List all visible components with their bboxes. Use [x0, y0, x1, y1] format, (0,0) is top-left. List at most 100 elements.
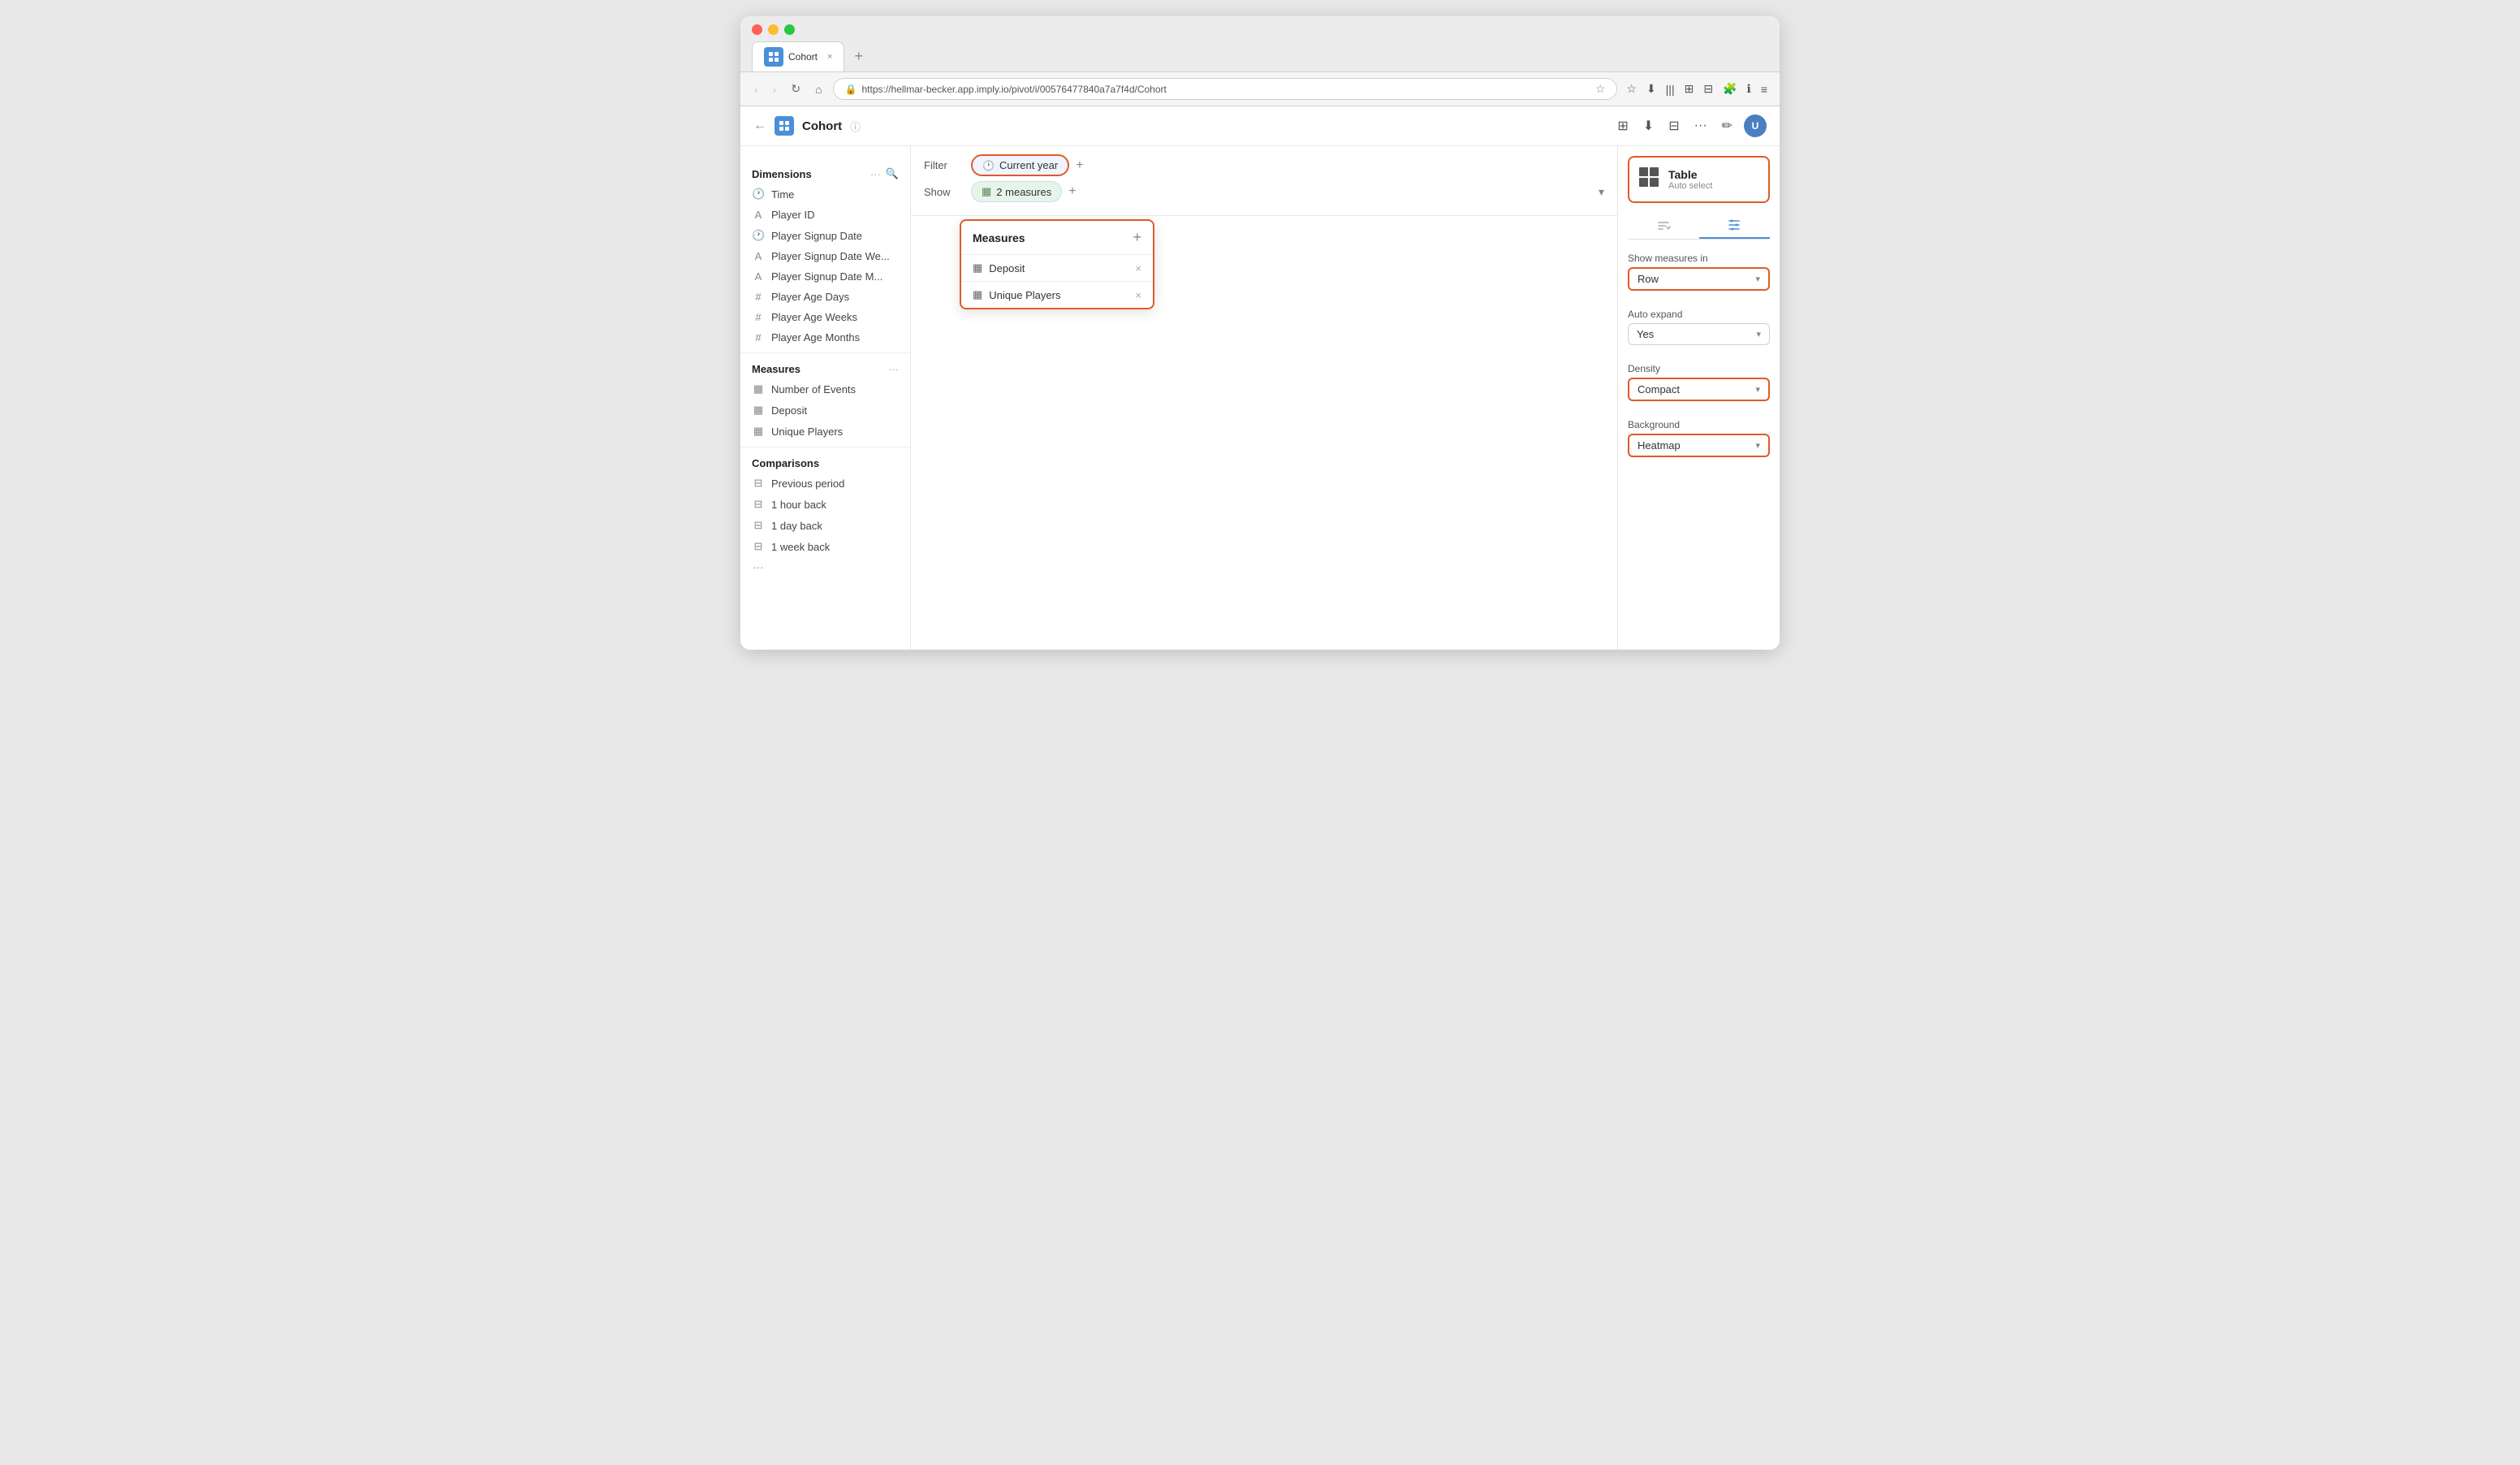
sidebar-item-player-age-weeks[interactable]: # Player Age Weeks — [740, 307, 910, 327]
grid-icon[interactable]: ⊟ — [1701, 80, 1715, 98]
sidebar-item-1-week-back[interactable]: ⊟ 1 week back — [740, 536, 910, 557]
filter-bar: Filter 🕐 Current year + Show ▦ 2 measure… — [911, 146, 1617, 216]
filter-chip-current-year[interactable]: 🕐 Current year — [971, 154, 1069, 176]
sidebar-item-unique-players[interactable]: ▦ Unique Players — [740, 421, 910, 442]
comparison-icon-1: ⊟ — [752, 477, 765, 490]
url-bar[interactable]: 🔒 https://hellmar-becker.app.imply.io/pi… — [833, 78, 1618, 100]
sidebar-item-player-age-months[interactable]: # Player Age Months — [740, 327, 910, 348]
show-measures-in-arrow: ▾ — [1755, 274, 1760, 284]
download-header-icon[interactable]: ⬇ — [1640, 115, 1657, 137]
browser-tab-cohort[interactable]: Cohort × — [752, 41, 844, 71]
main-content: Dimensions ··· 🔍 🕐 Time A Player ID 🕐 — [740, 146, 1780, 650]
extensions-icon[interactable]: 🧩 — [1720, 80, 1739, 98]
history-icon[interactable]: ||| — [1663, 80, 1677, 98]
new-tab-button[interactable]: + — [846, 43, 871, 70]
show-add-button[interactable]: + — [1068, 184, 1076, 199]
background-arrow: ▾ — [1755, 440, 1760, 451]
number-icon-1: # — [752, 291, 765, 303]
forward-button[interactable]: › — [769, 81, 781, 97]
edit-button[interactable]: ✏ — [1719, 115, 1736, 137]
sidebar-item-signup-date-label: Player Signup Date — [771, 230, 862, 242]
sidebar-item-deposit[interactable]: ▦ Deposit — [740, 400, 910, 421]
more-options-button[interactable]: ··· — [1691, 115, 1711, 136]
close-traffic-light[interactable] — [752, 24, 762, 35]
time-icon-2: 🕐 — [752, 229, 765, 242]
browser-toolbar: ☆ ⬇ ||| ⊞ ⊟ 🧩 ℹ ≡ — [1624, 80, 1770, 98]
measures-title: Measures — [752, 363, 800, 375]
dimensions-more-button[interactable]: ··· — [870, 167, 881, 180]
show-measures-chip[interactable]: ▦ 2 measures — [971, 181, 1062, 202]
profile-icon[interactable]: ℹ — [1745, 80, 1754, 98]
sidebar-item-1-week-label: 1 week back — [771, 541, 830, 553]
show-chip-text: 2 measures — [996, 186, 1051, 198]
viz-card-table[interactable]: Table Auto select — [1628, 156, 1770, 203]
background-select[interactable]: Heatmap ▾ — [1628, 434, 1770, 457]
sidebar-item-age-days-label: Player Age Days — [771, 291, 849, 303]
deposit-remove-button[interactable]: × — [1135, 262, 1141, 274]
tab-close-button[interactable]: × — [827, 52, 832, 62]
app-back-button[interactable]: ← — [753, 119, 766, 133]
measures-dropdown-title: Measures — [973, 231, 1025, 244]
right-panel-tab-sort[interactable] — [1628, 213, 1699, 239]
background-label: Background — [1628, 419, 1770, 430]
sidebar-item-deposit-label: Deposit — [771, 404, 807, 417]
sidebar-item-number-of-events[interactable]: ▦ Number of Events — [740, 378, 910, 400]
density-arrow: ▾ — [1755, 384, 1760, 395]
measures-dropdown: Measures + ▦ Deposit × ▦ Unique Players … — [960, 219, 1154, 309]
sidebar-item-player-id[interactable]: A Player ID — [740, 205, 910, 225]
sidebar-item-player-id-label: Player ID — [771, 209, 814, 221]
background-value: Heatmap — [1638, 439, 1681, 452]
share-icon[interactable]: ⊟ — [1665, 115, 1682, 137]
sidebar-item-player-signup-date-m[interactable]: A Player Signup Date M... — [740, 266, 910, 287]
measures-item-deposit[interactable]: ▦ Deposit × — [961, 255, 1153, 282]
viz-sub: Auto select — [1668, 181, 1712, 191]
reload-button[interactable]: ↻ — [787, 80, 805, 97]
content-area: Filter 🕐 Current year + Show ▦ 2 measure… — [911, 146, 1617, 650]
sidebar-item-signup-date-m-label: Player Signup Date M... — [771, 270, 882, 283]
sidebar-item-1-day-back[interactable]: ⊟ 1 day back — [740, 515, 910, 536]
split-view-icon[interactable]: ⊞ — [1682, 80, 1697, 98]
show-measures-in-select[interactable]: Row ▾ — [1628, 267, 1770, 291]
dimensions-section-header: Dimensions ··· 🔍 — [740, 164, 910, 184]
show-expand-button[interactable]: ▾ — [1599, 185, 1604, 199]
back-button[interactable]: ‹ — [750, 81, 762, 97]
dimensions-search-button[interactable]: 🔍 — [886, 167, 899, 180]
density-select[interactable]: Compact ▾ — [1628, 378, 1770, 401]
measures-more-button[interactable]: ··· — [888, 363, 899, 375]
sidebar-item-more[interactable]: ··· — [740, 557, 910, 577]
user-avatar[interactable]: U — [1744, 115, 1767, 137]
sidebar-item-player-signup-date-we[interactable]: A Player Signup Date We... — [740, 246, 910, 266]
filter-chip-icon: 🕐 — [982, 160, 995, 171]
maximize-traffic-light[interactable] — [784, 24, 795, 35]
viz-name: Table — [1668, 168, 1712, 181]
download-icon[interactable]: ⬇ — [1644, 80, 1659, 98]
info-icon[interactable]: ⓘ — [850, 119, 861, 134]
layout-icon[interactable]: ⊞ — [1614, 115, 1631, 137]
dimensions-actions: ··· 🔍 — [870, 167, 899, 180]
app-area: ← Cohort ⓘ ⊞ ⬇ ⊟ ··· ✏ U — [740, 106, 1780, 650]
sidebar-item-1-hour-back[interactable]: ⊟ 1 hour back — [740, 494, 910, 515]
menu-icon[interactable]: ≡ — [1758, 80, 1770, 98]
bookmark-icon[interactable]: ☆ — [1595, 82, 1606, 96]
comparisons-section-header: Comparisons — [740, 454, 910, 473]
bookmark-manager-icon[interactable]: ☆ — [1624, 80, 1639, 98]
right-panel-tab-settings[interactable] — [1699, 213, 1771, 239]
text-icon-1: A — [752, 209, 765, 221]
show-row: Show ▦ 2 measures + ▾ — [924, 181, 1604, 202]
home-button[interactable]: ⌂ — [811, 81, 826, 97]
address-bar: ‹ › ↻ ⌂ 🔒 https://hellmar-becker.app.imp… — [740, 72, 1780, 106]
filter-add-button[interactable]: + — [1076, 158, 1083, 173]
sidebar-item-player-age-days[interactable]: # Player Age Days — [740, 287, 910, 307]
sidebar-item-player-signup-date[interactable]: 🕐 Player Signup Date — [740, 225, 910, 246]
auto-expand-select[interactable]: Yes ▾ — [1628, 323, 1770, 345]
url-text: https://hellmar-becker.app.imply.io/pivo… — [862, 84, 1590, 95]
sidebar-item-time[interactable]: 🕐 Time — [740, 184, 910, 205]
more-icon: ··· — [752, 561, 765, 573]
unique-players-remove-button[interactable]: × — [1135, 289, 1141, 301]
measures-item-unique-players[interactable]: ▦ Unique Players × — [961, 282, 1153, 308]
title-bar: Cohort × + — [740, 16, 1780, 72]
measures-dropdown-add-button[interactable]: + — [1133, 229, 1141, 246]
minimize-traffic-light[interactable] — [768, 24, 779, 35]
sidebar-item-previous-period[interactable]: ⊟ Previous period — [740, 473, 910, 494]
setting-auto-expand: Auto expand Yes ▾ — [1628, 309, 1770, 345]
